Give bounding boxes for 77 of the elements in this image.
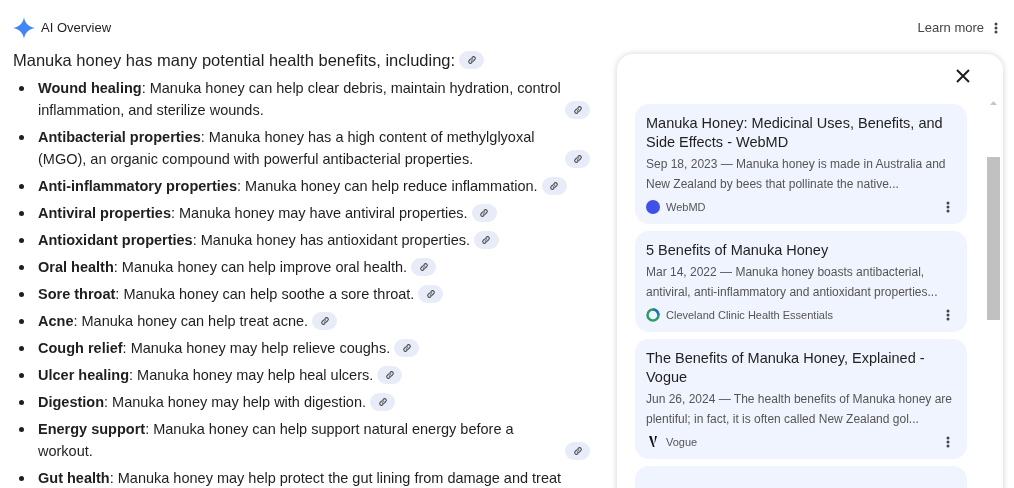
- source-snippet: Jun 26, 2024 — The health benefits of Manuka honey are plentiful; in fact, it is often called New Zealand gol...: [646, 391, 953, 428]
- site-logo-icon: [646, 200, 660, 214]
- bullet: [19, 135, 24, 140]
- link-icon: [549, 181, 560, 191]
- source-title: Manuka Honey: Medicinal Uses, Benefits, and Side Effects - WebMD: [646, 114, 944, 152]
- link-chip[interactable]: [377, 366, 403, 384]
- link-chip[interactable]: [565, 442, 590, 460]
- link-chip[interactable]: [394, 339, 420, 357]
- link-icon: [377, 397, 388, 407]
- sparkle-icon: [13, 17, 35, 39]
- link-icon: [479, 208, 490, 218]
- benefit-text: Cough relief: Manuka honey may help relieve coughs.: [38, 339, 391, 358]
- benefit-text: Wound healing: Manuka honey can help clear debris, maintain hydration, control inflammation, and sterilize wounds.: [38, 79, 561, 120]
- source-snippet: Mar 14, 2022 — Manuka honey boasts antibacterial, antiviral, anti-inflammatory and antioxidant properties...: [646, 264, 939, 301]
- link-icon: [572, 446, 583, 456]
- source-site: Cleveland Clinic Health Essentials: [666, 307, 833, 323]
- bullet: [19, 373, 24, 378]
- link-chip[interactable]: [565, 150, 590, 168]
- more-vertical-icon: [946, 201, 950, 213]
- bullet: [19, 346, 24, 351]
- benefit-text: Ulcer healing: Manuka honey may help heal ulcers.: [38, 366, 374, 385]
- more-vertical-icon: [994, 22, 998, 34]
- source-card[interactable]: The Benefits of Manuka Honey, Explained - Vogue Jun 26, 2024 — The health benefits of Manuka honey are plentiful; in fact, it is often called New Zealand gol... Vogue: [635, 339, 967, 459]
- link-chip[interactable]: [541, 177, 567, 195]
- bullet: [19, 211, 24, 216]
- link-icon: [572, 154, 583, 164]
- bullet: [19, 238, 24, 243]
- source-card[interactable]: 5 Benefits of Manuka Honey Mar 14, 2022 — Manuka honey boasts antibacterial, antiviral, anti-inflammatory and antioxidant properties... Cleveland Clinic Health Essentials: [635, 231, 967, 332]
- link-chip[interactable]: [471, 204, 497, 222]
- bullet: [19, 476, 24, 481]
- benefit-text: Oral health: Manuka honey can help improve oral health.: [38, 258, 408, 277]
- link-chip[interactable]: [459, 51, 485, 69]
- link-chip[interactable]: [370, 393, 396, 411]
- bullet: [19, 427, 24, 432]
- link-chip[interactable]: [418, 285, 444, 303]
- link-chip[interactable]: [565, 101, 590, 119]
- more-vertical-icon: [946, 436, 950, 448]
- benefit-text: Antiviral properties: Manuka honey may have antiviral properties.: [38, 204, 468, 223]
- benefit-text: Antioxidant properties: Manuka honey has antioxidant properties.: [38, 231, 470, 250]
- bullet: [19, 319, 24, 324]
- benefit-text: Anti-inflammatory properties: Manuka honey can help reduce inflammation.: [38, 177, 538, 196]
- close-icon: [956, 69, 970, 83]
- section-title: AI Overview: [41, 19, 112, 38]
- scrollbar-thumb[interactable]: [987, 157, 1000, 320]
- bullet: [19, 292, 24, 297]
- source-title: 5 Benefits of Manuka Honey: [646, 241, 830, 260]
- benefit-text: Sore throat: Manuka honey can help soothe a sore throat.: [38, 285, 415, 304]
- source-card[interactable]: Manuka Honey: Medicinal Uses, Benefits, and Side Effects - WebMD Sep 18, 2023 — Manuka honey is made in Australia and New Zealand by bees that pollinate the native... WebMD: [635, 104, 967, 224]
- link-icon: [384, 370, 395, 380]
- link-icon: [401, 343, 412, 353]
- link-icon: [319, 316, 330, 326]
- source-title: The Benefits of Manuka Honey, Explained - Vogue: [646, 349, 926, 387]
- link-icon: [572, 105, 583, 115]
- link-icon: [466, 55, 477, 65]
- benefit-text: Antibacterial properties: Manuka honey has a high content of methylglyoxal (MGO), an organic compound with powerful antibacterial properties.: [38, 128, 536, 169]
- benefit-text: Gut health: Manuka honey may help protect the gut lining from damage and treat: [38, 469, 562, 488]
- benefit-text: Digestion: Manuka honey may help with digestion.: [38, 393, 367, 412]
- source-site: Vogue: [666, 434, 698, 450]
- source-site: WebMD: [666, 199, 706, 215]
- site-logo-icon: [646, 308, 660, 322]
- bullet: [19, 265, 24, 270]
- link-chip[interactable]: [411, 258, 437, 276]
- bullet: [19, 86, 24, 91]
- learn-more-link[interactable]: Learn more: [917, 18, 984, 38]
- intro-text: Manuka honey has many potential health benefits, including:: [13, 50, 456, 71]
- link-chip[interactable]: [474, 231, 499, 249]
- link-icon: [481, 235, 492, 245]
- benefit-text: Acne: Manuka honey can help treat acne.: [38, 312, 309, 331]
- link-icon: [425, 289, 436, 299]
- more-vertical-icon: [946, 309, 950, 321]
- source-snippet: Sep 18, 2023 — Manuka honey is made in Australia and New Zealand by bees that pollinate the native...: [646, 156, 947, 193]
- link-icon: [418, 262, 429, 272]
- benefit-text: Energy support: Manuka honey can help support natural energy before a workout.: [38, 420, 515, 461]
- link-chip[interactable]: [312, 312, 338, 330]
- bullet: [19, 400, 24, 405]
- site-logo-icon: [646, 435, 660, 449]
- bullet: [19, 184, 24, 189]
